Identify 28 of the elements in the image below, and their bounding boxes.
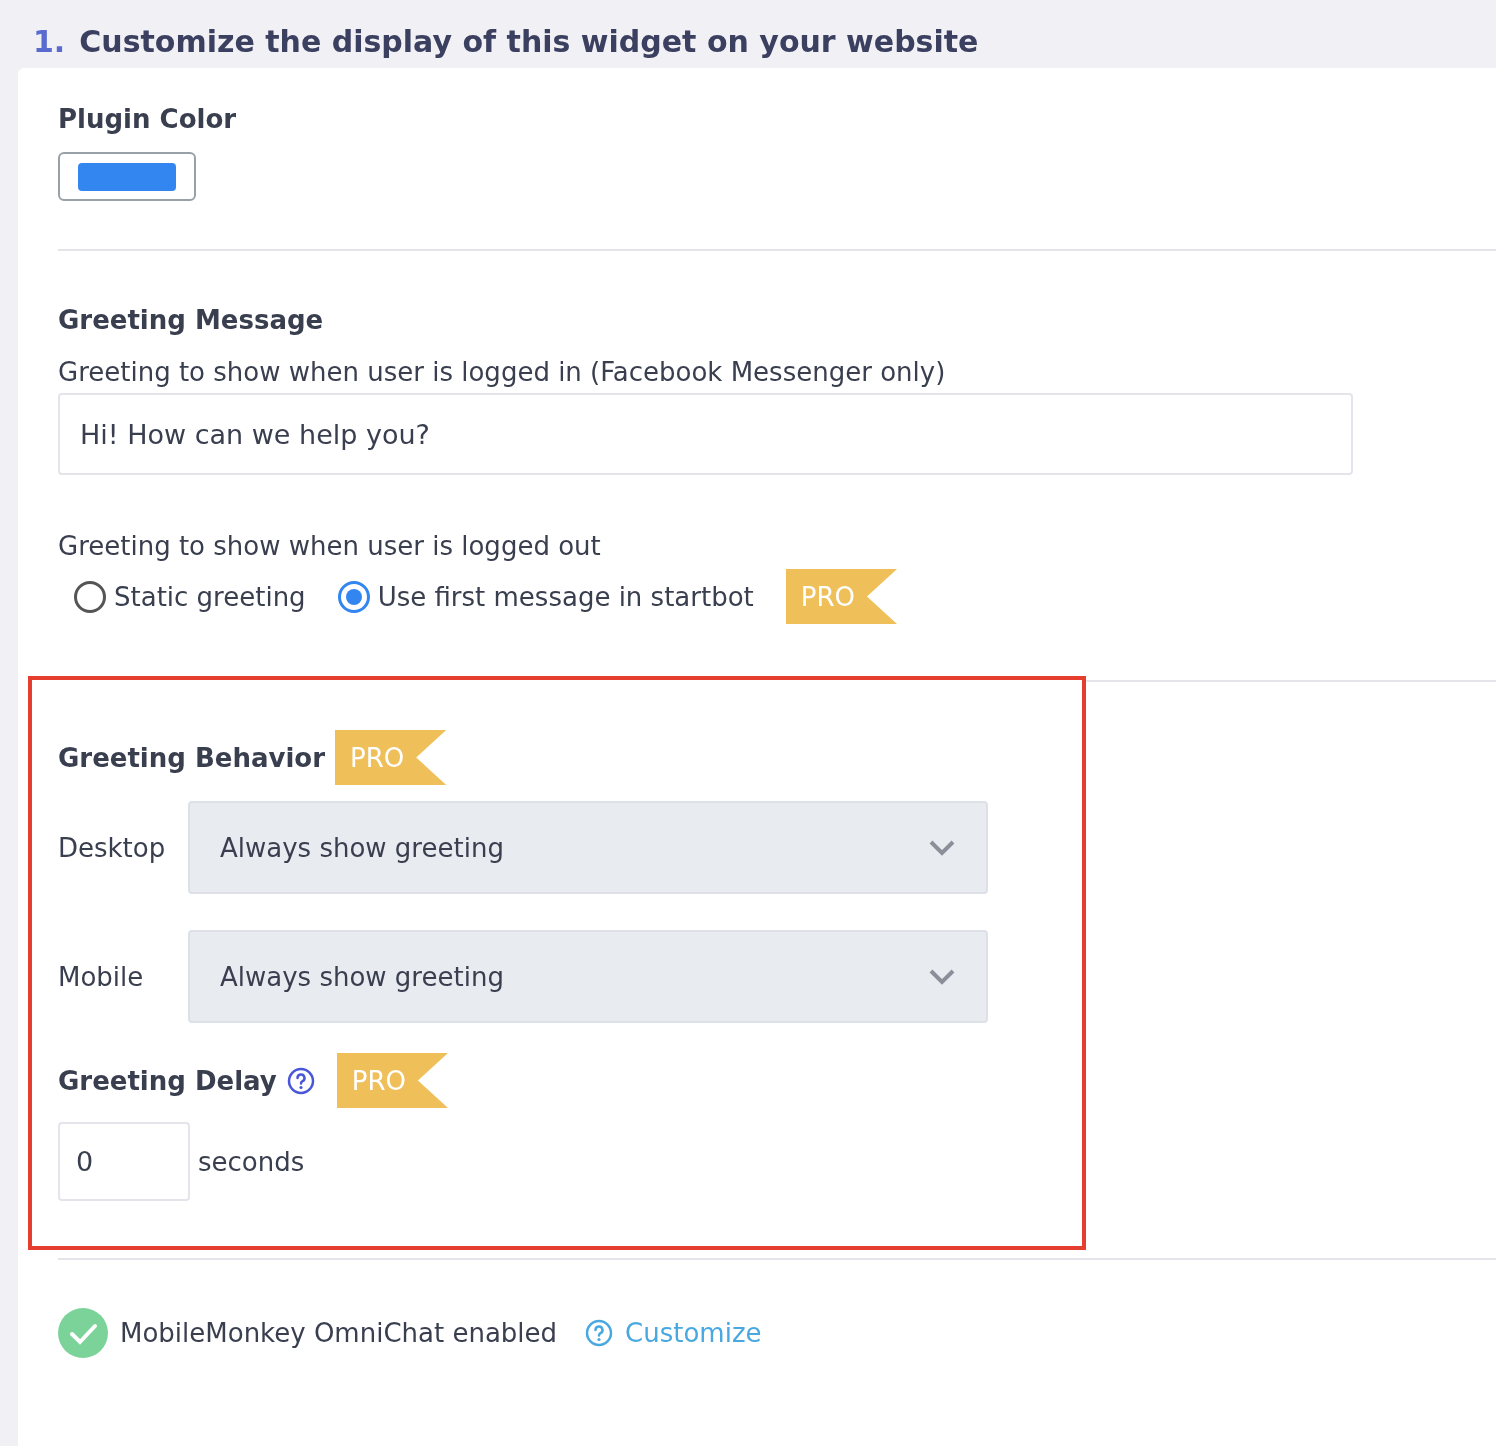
step-number: 1.	[33, 24, 66, 61]
field-heading: Greeting Behavior	[58, 742, 325, 773]
field-label: Greeting to show when user is logged in (Facebook Messenger only)	[58, 357, 947, 387]
pro-badge: PRO	[335, 730, 447, 785]
field-heading: Greeting Message	[58, 305, 325, 335]
radio-label: Use first message in startbot	[377, 581, 754, 612]
radio-button[interactable]	[74, 580, 106, 613]
chevron-down-icon	[928, 838, 956, 857]
radio-button[interactable]	[337, 580, 370, 613]
pro-badge: PRO	[785, 569, 897, 624]
field-label: Greeting to show when user is logged out	[58, 531, 602, 561]
delay-input[interactable]: 0	[58, 1122, 190, 1201]
pro-badge: PRO	[336, 1053, 448, 1108]
select-label: Mobile	[58, 961, 145, 992]
color-picker[interactable]	[58, 152, 196, 201]
help-icon[interactable]	[585, 1319, 614, 1347]
select-label: Desktop	[58, 832, 167, 863]
greeting-input[interactable]: Hi! How can we help you?	[58, 393, 1353, 475]
radio-label: Static greeting	[114, 581, 306, 612]
help-icon[interactable]	[286, 1066, 315, 1095]
field-heading: Plugin Color	[58, 104, 238, 134]
behavior-select[interactable]: Always show greeting	[188, 930, 988, 1023]
status-text: MobileMonkey OmniChat enabled	[120, 1318, 558, 1348]
field-heading: Greeting Delay	[58, 1065, 277, 1096]
section-title: Customize the display of this widget on your website	[79, 24, 979, 61]
chevron-down-icon	[928, 967, 956, 986]
behavior-select[interactable]: Always show greeting	[188, 801, 988, 894]
unit-label: seconds	[198, 1146, 305, 1177]
